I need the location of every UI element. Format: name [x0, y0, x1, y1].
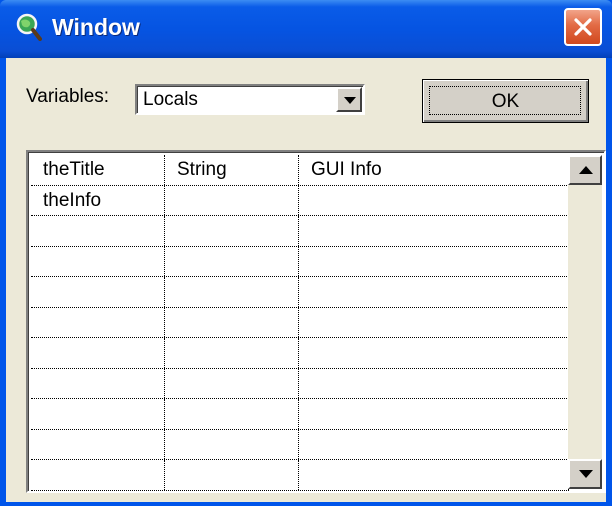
- vertical-scrollbar[interactable]: [568, 155, 602, 489]
- table-cell[interactable]: [31, 246, 165, 276]
- table-row[interactable]: [31, 399, 569, 430]
- title-bar[interactable]: Window: [0, 0, 612, 58]
- table-cell[interactable]: [165, 185, 299, 215]
- arrow-up-icon: [579, 166, 593, 174]
- table-cell[interactable]: [165, 368, 299, 398]
- table-cell[interactable]: [299, 338, 569, 368]
- table-cell[interactable]: [165, 246, 299, 276]
- table-cell[interactable]: [165, 460, 299, 490]
- variables-selected-value: Locals: [143, 89, 198, 110]
- table-body: theTitle String GUI Info theInfo: [31, 155, 569, 491]
- table-cell[interactable]: [299, 429, 569, 459]
- table-cell[interactable]: [299, 246, 569, 276]
- table-cell[interactable]: [165, 307, 299, 337]
- table-cell[interactable]: [299, 399, 569, 429]
- table-cell[interactable]: [31, 429, 165, 459]
- table-cell[interactable]: [31, 277, 165, 307]
- table-cell[interactable]: [31, 399, 165, 429]
- table-cell[interactable]: [299, 277, 569, 307]
- scroll-up-button[interactable]: [568, 155, 602, 185]
- variables-label: Variables:: [26, 86, 110, 107]
- table-cell[interactable]: [165, 277, 299, 307]
- table-row[interactable]: [31, 368, 569, 399]
- table-cell[interactable]: [31, 307, 165, 337]
- table-cell[interactable]: [299, 307, 569, 337]
- table-cell[interactable]: [31, 460, 165, 490]
- magnifier-globe-icon: [12, 12, 42, 42]
- table-cell[interactable]: GUI Info: [299, 155, 569, 185]
- variables-table[interactable]: theTitle String GUI Info theInfo: [26, 150, 606, 493]
- dropdown-arrow-button[interactable]: [336, 87, 362, 112]
- table-row[interactable]: [31, 460, 569, 491]
- scroll-down-button[interactable]: [568, 459, 602, 489]
- table-cell[interactable]: [165, 399, 299, 429]
- table-cell[interactable]: [299, 460, 569, 490]
- table-cell[interactable]: [299, 185, 569, 215]
- table-row[interactable]: theTitle String GUI Info: [31, 155, 569, 186]
- table-cell[interactable]: [31, 338, 165, 368]
- table-row[interactable]: [31, 429, 569, 460]
- table-cell[interactable]: theInfo: [31, 185, 165, 215]
- table-cell[interactable]: [299, 216, 569, 246]
- chevron-down-icon: [344, 97, 356, 104]
- table-cell[interactable]: theTitle: [31, 155, 165, 185]
- close-button[interactable]: [564, 8, 602, 46]
- close-icon: [574, 18, 592, 36]
- table-row[interactable]: [31, 307, 569, 338]
- table-row[interactable]: [31, 216, 569, 247]
- ok-button-label: OK: [491, 91, 520, 112]
- table-cell[interactable]: [31, 216, 165, 246]
- dialog-window: Window Variables: Locals OK theTitle Stri…: [0, 0, 612, 506]
- table-cell[interactable]: [165, 429, 299, 459]
- table-cell[interactable]: [165, 338, 299, 368]
- window-title: Window: [52, 14, 140, 40]
- table-row[interactable]: [31, 338, 569, 369]
- table-cell[interactable]: [31, 368, 165, 398]
- table-cell[interactable]: String: [165, 155, 299, 185]
- table-cell[interactable]: [299, 368, 569, 398]
- table-row[interactable]: theInfo: [31, 185, 569, 216]
- table-cell[interactable]: [165, 216, 299, 246]
- table-row[interactable]: [31, 246, 569, 277]
- variables-dropdown[interactable]: Locals: [135, 84, 365, 115]
- ok-button[interactable]: OK: [422, 79, 589, 123]
- arrow-down-icon: [579, 470, 593, 478]
- table-row[interactable]: [31, 277, 569, 308]
